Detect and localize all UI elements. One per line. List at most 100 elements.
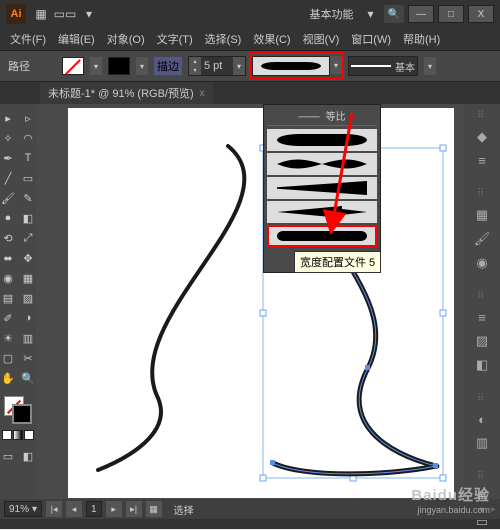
arrange-icon[interactable]: ▭▭ xyxy=(56,5,74,23)
menu-file[interactable]: 文件(F) xyxy=(4,31,52,47)
tool-pen[interactable]: ✒ xyxy=(0,149,17,167)
title-bar: Ai ▦ ▭▭ ▾ 基本功能 ▾ 🔍 — □ X xyxy=(0,0,500,28)
none-mode-button[interactable] xyxy=(24,430,34,440)
draw-mode-button[interactable]: ◧ xyxy=(19,447,37,465)
swatches-panel-icon[interactable]: ▦ xyxy=(472,207,492,223)
page-field[interactable]: 1 xyxy=(86,501,102,517)
brush-label: 基本 xyxy=(395,59,415,74)
stroke-panel-icon[interactable]: ≡ xyxy=(472,310,492,325)
close-button[interactable]: X xyxy=(468,5,494,23)
color-mode-button[interactable] xyxy=(2,430,12,440)
menu-edit[interactable]: 编辑(E) xyxy=(52,31,101,47)
workspace-dropdown-icon[interactable]: ▾ xyxy=(362,5,380,23)
profile-item-3[interactable] xyxy=(267,177,377,199)
brush-dropdown-icon[interactable]: ▾ xyxy=(424,57,436,75)
profile-item-4[interactable] xyxy=(267,201,377,223)
tool-magic-wand[interactable]: ✧ xyxy=(0,129,17,147)
tool-symbol-sprayer[interactable]: ☀ xyxy=(0,329,17,347)
color-guide-panel-icon[interactable]: ≡ xyxy=(472,153,492,168)
menu-view[interactable]: 视图(V) xyxy=(297,31,346,47)
scroll-right-icon[interactable]: ▸ xyxy=(491,504,496,515)
width-profile-dropdown-icon[interactable]: ▾ xyxy=(330,56,342,74)
profile-item-5[interactable] xyxy=(267,225,377,247)
first-page-button[interactable]: |◂ xyxy=(46,501,62,517)
prev-page-button[interactable]: ◂ xyxy=(66,501,82,517)
tool-blend[interactable]: ◑ xyxy=(19,309,37,327)
zoom-field[interactable]: 91%▾ xyxy=(4,501,42,517)
stroke-weight-input[interactable] xyxy=(201,57,233,75)
brush-selector[interactable]: 基本 xyxy=(348,56,418,76)
panel-grip-icon[interactable]: ⠿ xyxy=(477,471,487,482)
artboard[interactable] xyxy=(68,108,454,498)
stroke-dropdown-icon[interactable]: ▾ xyxy=(136,57,148,75)
tool-shape-builder[interactable]: ◉ xyxy=(0,269,17,287)
tool-paintbrush[interactable]: 🖌 xyxy=(0,189,17,207)
panel-grip-icon[interactable]: ⠿ xyxy=(477,393,487,404)
tool-column-graph[interactable]: ▥ xyxy=(19,329,37,347)
screen-mode-button[interactable]: ▭ xyxy=(0,447,17,465)
fill-dropdown-icon[interactable]: ▾ xyxy=(90,57,102,75)
color-panel-icon[interactable]: ◆ xyxy=(472,129,492,145)
tool-perspective[interactable]: ▦ xyxy=(19,269,37,287)
tool-eyedropper[interactable]: ✐ xyxy=(0,309,17,327)
tool-artboard[interactable]: ▢ xyxy=(0,349,17,367)
stroke-link[interactable]: 描边 xyxy=(154,57,182,75)
profile-item-2[interactable] xyxy=(267,153,377,175)
right-panel-strip: ⠿ ◆ ≡ ⠿ ▦ 🖌 ◉ ⠿ ≡ ▨ ◧ ⠿ ◐ ▥ ⠿ ≣ ▭ xyxy=(464,104,500,509)
fill-stroke-swatch[interactable] xyxy=(4,396,32,424)
restore-button[interactable]: □ xyxy=(438,5,464,23)
minimize-button[interactable]: — xyxy=(408,5,434,23)
tool-width[interactable]: ⬌ xyxy=(0,249,17,267)
tool-gradient[interactable]: ▨ xyxy=(19,289,37,307)
tool-lasso[interactable]: ◠ xyxy=(19,129,37,147)
tool-line[interactable]: ╱ xyxy=(0,169,17,187)
menu-object[interactable]: 对象(O) xyxy=(101,31,151,47)
tool-type[interactable]: T xyxy=(19,149,37,167)
stroke-weight-field[interactable]: ▴▾ ▾ xyxy=(188,56,246,76)
gradient-mode-button[interactable] xyxy=(13,430,23,440)
tool-zoom[interactable]: 🔍 xyxy=(19,369,37,387)
tool-free-transform[interactable]: ✥ xyxy=(19,249,37,267)
profile-item-1[interactable] xyxy=(267,129,377,151)
next-page-button[interactable]: ▸ xyxy=(106,501,122,517)
panel-grip-icon[interactable]: ⠿ xyxy=(477,110,487,121)
tool-mesh[interactable]: ▤ xyxy=(0,289,17,307)
app-logo: Ai xyxy=(6,4,26,24)
width-profile-selector[interactable] xyxy=(252,56,330,76)
tool-pencil[interactable]: ✎ xyxy=(19,189,37,207)
tool-rotate[interactable]: ⟲ xyxy=(0,229,17,247)
panel-grip-icon[interactable]: ⠿ xyxy=(477,188,487,199)
tool-direct-selection[interactable]: ▹ xyxy=(19,109,37,127)
tool-selection[interactable]: ▸ xyxy=(0,109,17,127)
menu-select[interactable]: 选择(S) xyxy=(199,31,248,47)
artboard-nav-button[interactable]: ▦ xyxy=(146,501,162,517)
appearance-panel-icon[interactable]: ◐ xyxy=(472,412,492,427)
panel-grip-icon[interactable]: ⠿ xyxy=(477,291,487,302)
menu-window[interactable]: 窗口(W) xyxy=(345,31,397,47)
document-tab-close-icon[interactable]: x xyxy=(200,88,205,99)
dropdown-icon[interactable]: ▾ xyxy=(80,5,98,23)
search-field[interactable]: 🔍 xyxy=(384,5,404,23)
graphic-styles-panel-icon[interactable]: ▥ xyxy=(472,435,492,451)
workspace-label[interactable]: 基本功能 xyxy=(310,6,354,22)
transparency-panel-icon[interactable]: ◧ xyxy=(472,357,492,373)
bridge-icon[interactable]: ▦ xyxy=(32,5,50,23)
fill-swatch[interactable] xyxy=(62,57,84,75)
tool-slice[interactable]: ✂ xyxy=(19,349,37,367)
tool-scale[interactable]: ⤢ xyxy=(19,229,37,247)
tool-eraser[interactable]: ◧ xyxy=(19,209,37,227)
menu-type[interactable]: 文字(T) xyxy=(151,31,199,47)
menu-help[interactable]: 帮助(H) xyxy=(397,31,446,47)
tool-rectangle[interactable]: ▭ xyxy=(19,169,37,187)
symbols-panel-icon[interactable]: ◉ xyxy=(472,255,492,271)
stroke-swatch[interactable] xyxy=(108,57,130,75)
menu-bar: 文件(F) 编辑(E) 对象(O) 文字(T) 选择(S) 效果(C) 视图(V… xyxy=(0,28,500,50)
canvas-area[interactable]: ───等比 ▦ 🗑 宽度配置文件 5 xyxy=(36,104,464,509)
tool-hand[interactable]: ✋ xyxy=(0,369,17,387)
menu-effect[interactable]: 效果(C) xyxy=(247,31,296,47)
document-tab[interactable]: 未标题-1* @ 91% (RGB/预览) x xyxy=(40,82,213,104)
last-page-button[interactable]: ▸| xyxy=(126,501,142,517)
gradient-panel-icon[interactable]: ▨ xyxy=(472,333,492,349)
brushes-panel-icon[interactable]: 🖌 xyxy=(472,231,492,247)
tool-blob-brush[interactable]: ● xyxy=(0,209,17,227)
